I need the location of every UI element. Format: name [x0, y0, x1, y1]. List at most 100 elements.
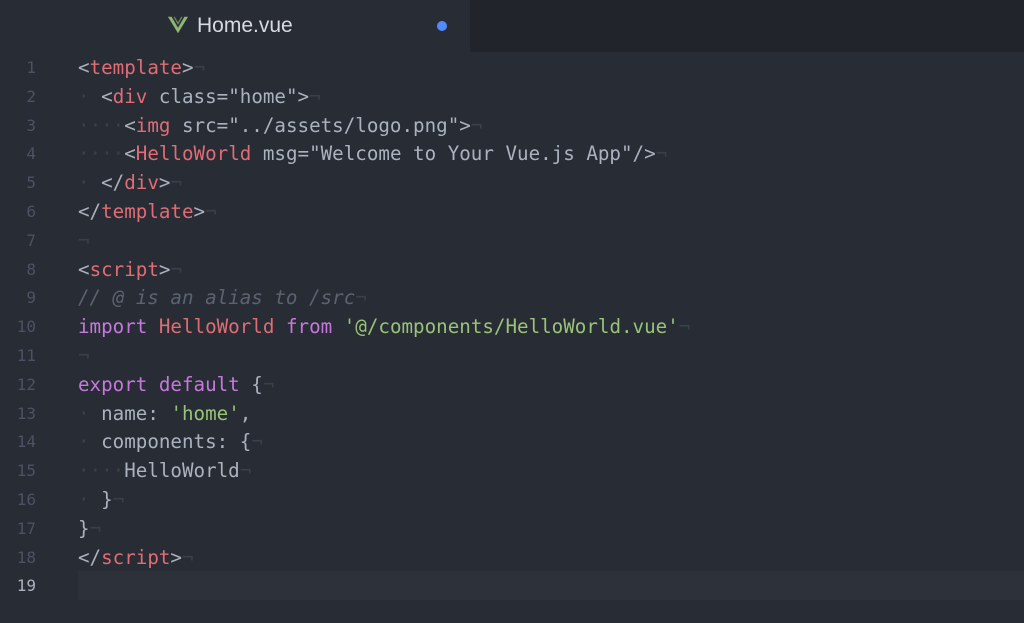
- code-token: name: [101, 401, 148, 425]
- code-line[interactable]: 13 · name: 'home',: [0, 399, 1024, 428]
- code-line[interactable]: 11 ¬: [0, 341, 1024, 370]
- code-token: ¬: [170, 171, 183, 195]
- code-line[interactable]: 12 export default {¬: [0, 370, 1024, 399]
- code-token: script: [101, 545, 171, 569]
- code-line[interactable]: 16 · }¬: [0, 485, 1024, 514]
- line-number: 2: [26, 86, 36, 106]
- code-token: }: [101, 488, 113, 511]
- code-token: >: [193, 200, 206, 223]
- code-token: ·: [78, 430, 90, 454]
- code-token: template: [89, 56, 182, 79]
- code-token: ····: [78, 142, 125, 166]
- code-line[interactable]: 10 import HelloWorld from '@/components/H…: [0, 312, 1024, 341]
- code-token: ¬: [262, 372, 275, 396]
- code-token: </: [101, 171, 125, 195]
- code-line[interactable]: 19: [0, 571, 1024, 601]
- code-token: ¬: [678, 315, 691, 339]
- code-line[interactable]: 1 <template>¬: [0, 53, 1024, 82]
- code-token: script: [89, 257, 159, 281]
- code-token: msg=: [251, 142, 310, 166]
- code-token: }: [78, 516, 90, 540]
- code-token: components: [101, 430, 217, 454]
- code-token: :: [147, 401, 171, 425]
- code-token: '@/components/HelloWorld.vue': [343, 315, 679, 339]
- code-token: ·: [78, 401, 90, 425]
- line-number: 18: [16, 547, 36, 567]
- line-number: 8: [26, 259, 36, 279]
- code-token: <: [101, 84, 113, 108]
- code-token: >: [297, 84, 310, 108]
- code-token: ¬: [251, 430, 263, 454]
- code-token: <: [78, 56, 90, 79]
- code-line[interactable]: 17}¬: [0, 514, 1024, 543]
- code-token: ¬: [655, 142, 668, 166]
- code-token: >: [158, 257, 171, 281]
- code-token: >: [459, 113, 471, 137]
- code-token: ·: [78, 171, 90, 195]
- line-number: 15: [16, 461, 36, 481]
- modified-indicator-icon[interactable]: [437, 21, 447, 31]
- code-token: </: [78, 200, 102, 223]
- code-line[interactable]: 4 ····<HelloWorld msg="Welcome to Your Vu…: [0, 139, 1024, 168]
- code-line[interactable]: 9 // @ is an alias to /src¬: [0, 283, 1024, 312]
- line-code: </template>¬: [78, 197, 1024, 226]
- line-code: · <div class="home">¬: [78, 82, 1024, 111]
- code-token: <: [124, 113, 136, 137]
- code-token: "home": [228, 84, 298, 108]
- code-token: {: [239, 372, 263, 396]
- code-token: ¬: [89, 516, 102, 540]
- code-token: ¬: [112, 488, 125, 511]
- line-code: · </div>¬: [78, 168, 1024, 197]
- code-token: ¬: [78, 228, 90, 252]
- line-code: <template>¬: [78, 53, 1024, 82]
- code-token: >: [158, 171, 171, 195]
- code-line[interactable]: 3 ····<img src="../assets/logo.png">¬: [0, 111, 1024, 140]
- code-token: 'home': [170, 401, 240, 425]
- code-token: HelloWorld: [135, 142, 252, 166]
- code-line[interactable]: 8 <script>¬: [0, 255, 1024, 284]
- code-line[interactable]: 6 </template>¬: [0, 197, 1024, 226]
- line-number: 13: [16, 403, 36, 423]
- code-token: div: [112, 84, 148, 108]
- line-code: }¬: [78, 514, 1024, 543]
- code-token: import: [78, 315, 148, 339]
- code-token: : {: [216, 430, 252, 454]
- tab-home-vue[interactable]: Home.vue: [0, 0, 470, 52]
- line-code: // @ is an alias to /src¬: [78, 283, 1024, 312]
- code-token: "../assets/logo.png": [228, 113, 460, 137]
- line-code: ¬: [78, 226, 1024, 255]
- line-code: ¬: [78, 341, 1024, 370]
- line-number: 19: [16, 576, 36, 596]
- line-number: 16: [16, 490, 36, 509]
- code-token: ·: [78, 113, 90, 137]
- code-line[interactable]: 18 </script>¬: [0, 543, 1024, 572]
- line-number: 4: [26, 144, 36, 164]
- line-code: import HelloWorld from '@/components/Hel…: [78, 312, 1024, 341]
- code-token: ¬: [355, 286, 367, 310]
- code-line[interactable]: 15 ····HelloWorld¬: [0, 456, 1024, 485]
- code-line[interactable]: 14 · components: {¬: [0, 427, 1024, 456]
- code-token: default: [158, 372, 240, 396]
- line-code: ····<HelloWorld msg="Welcome to Your Vue…: [78, 139, 1024, 168]
- code-token: src=: [170, 113, 229, 137]
- code-token: div: [124, 171, 159, 195]
- code-editor[interactable]: 1 <template>¬ 2 · <div class="home">¬ 3 ····<…: [0, 52, 1024, 623]
- code-token: </: [78, 545, 102, 569]
- line-code: </script>¬: [78, 543, 1024, 572]
- code-token: "Welcome to Your Vue.js App": [309, 142, 633, 166]
- code-token: >: [170, 545, 182, 569]
- line-number: 1: [26, 58, 36, 77]
- code-line[interactable]: 5 · </div>¬: [0, 168, 1024, 197]
- code-line[interactable]: 2 · <div class="home">¬: [0, 82, 1024, 111]
- code-line[interactable]: 7 ¬: [0, 226, 1024, 255]
- line-number: 11: [16, 346, 36, 365]
- code-token: ····: [78, 459, 125, 483]
